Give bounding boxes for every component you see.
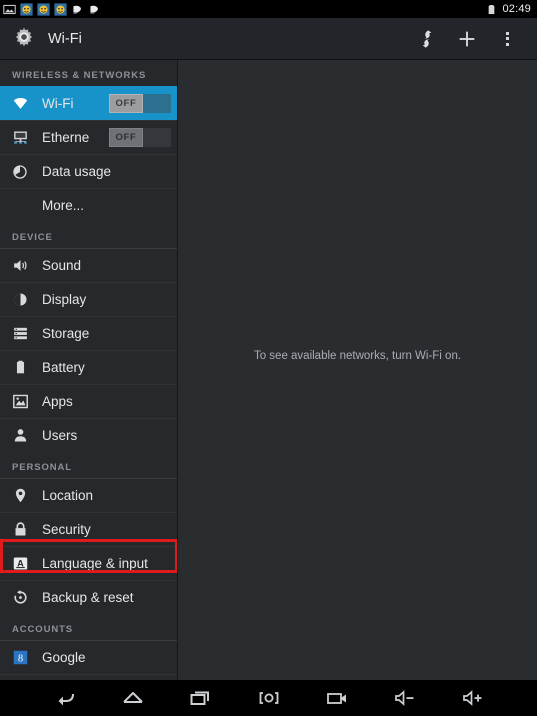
wifi-content-pane: To see available networks, turn Wi-Fi on… xyxy=(178,60,537,680)
toggle-thumb: OFF xyxy=(109,94,143,113)
sidebar-item-label: Display xyxy=(42,292,87,307)
data-usage-pie-icon xyxy=(10,162,30,182)
battery-icon xyxy=(10,358,30,378)
empty-state-message: To see available networks, turn Wi-Fi on… xyxy=(253,350,462,362)
sidebar-item-label: Security xyxy=(42,522,91,537)
volume-up-button[interactable] xyxy=(458,683,488,713)
sidebar-item-label: Language & input xyxy=(42,556,148,571)
security-lock-icon xyxy=(10,520,30,540)
sidebar-item-sound[interactable]: Sound xyxy=(0,248,177,282)
app-icon-2 xyxy=(37,2,50,16)
google-account-icon: 8 xyxy=(10,648,30,668)
back-button[interactable] xyxy=(50,683,80,713)
none-icon xyxy=(10,196,30,216)
apps-image-icon xyxy=(10,392,30,412)
storage-stack-icon xyxy=(10,324,30,344)
sidebar-item-display[interactable]: Display xyxy=(0,282,177,316)
wifi-toggle[interactable]: OFF xyxy=(109,94,171,113)
sidebar-item-more[interactable]: More... xyxy=(0,188,177,222)
plus-icon xyxy=(459,31,475,46)
sidebar-item-security[interactable]: Security xyxy=(0,512,177,546)
download-icon-2 xyxy=(90,5,98,14)
video-record-icon xyxy=(326,693,346,704)
section-header-wireless: WIRELESS & NETWORKS xyxy=(12,70,147,81)
sidebar-item-label: Location xyxy=(42,488,94,503)
volume-up-icon xyxy=(462,690,481,706)
sidebar-item-add-account[interactable]: Add account xyxy=(0,674,177,680)
sidebar-item-label: Etherne xyxy=(42,130,90,145)
download-icon-1 xyxy=(73,5,81,14)
location-pin-icon xyxy=(10,486,30,506)
scan-button[interactable] xyxy=(407,18,447,60)
status-bar: 02:49 xyxy=(0,0,537,18)
record-button[interactable] xyxy=(322,683,352,713)
app-icon-3 xyxy=(54,2,67,16)
sidebar-item-battery[interactable]: Battery xyxy=(0,350,177,384)
volume-down-button[interactable] xyxy=(390,683,420,713)
refresh-scan-icon xyxy=(422,29,432,48)
sidebar-item-label: Data usage xyxy=(42,164,112,179)
sound-speaker-icon xyxy=(10,256,30,276)
sidebar-item-label: Backup & reset xyxy=(42,590,134,605)
home-button[interactable] xyxy=(118,683,148,713)
sidebar-item-label: Sound xyxy=(42,258,82,273)
backup-reset-icon xyxy=(10,588,30,608)
sidebar-item-data-usage[interactable]: Data usage xyxy=(0,154,177,188)
navigation-bar xyxy=(0,680,537,716)
sidebar-item-apps[interactable]: Apps xyxy=(0,384,177,418)
sidebar-item-label: Apps xyxy=(42,394,73,409)
page-title: Wi-Fi xyxy=(48,30,82,47)
sidebar-item-google[interactable]: 8 Google xyxy=(0,640,177,674)
sidebar-item-language-input[interactable]: A Language & input xyxy=(0,546,177,580)
section-header-device: DEVICE xyxy=(12,232,53,243)
sidebar-item-location[interactable]: Location xyxy=(0,478,177,512)
action-bar: Wi-Fi xyxy=(0,18,537,60)
ethernet-monitor-icon xyxy=(10,128,30,148)
sidebar-item-users[interactable]: Users xyxy=(0,418,177,452)
body: WIRELESS & NETWORKS Wi-Fi OFF Etherne OF… xyxy=(0,60,537,680)
sidebar-item-label: Storage xyxy=(42,326,90,341)
users-person-icon xyxy=(10,426,30,446)
section-header-personal: PERSONAL xyxy=(12,462,72,473)
wifi-icon xyxy=(10,94,30,114)
sidebar-item-label: Battery xyxy=(42,360,85,375)
sidebar-item-storage[interactable]: Storage xyxy=(0,316,177,350)
recents-icon xyxy=(190,691,209,705)
ethernet-toggle[interactable]: OFF xyxy=(109,128,171,147)
sidebar-item-label: Users xyxy=(42,428,78,443)
settings-sidebar[interactable]: WIRELESS & NETWORKS Wi-Fi OFF Etherne OF… xyxy=(0,60,178,680)
sidebar-item-label: More... xyxy=(42,198,85,213)
sidebar-item-ethernet[interactable]: Etherne OFF xyxy=(0,120,177,154)
home-icon xyxy=(122,692,143,703)
overflow-dots-icon xyxy=(505,31,509,46)
sidebar-item-backup-reset[interactable]: Backup & reset xyxy=(0,580,177,614)
recents-button[interactable] xyxy=(186,683,216,713)
battery-icon xyxy=(489,4,495,14)
language-a-icon: A xyxy=(10,554,30,574)
overflow-menu-button[interactable] xyxy=(487,18,527,60)
svg-text:8: 8 xyxy=(17,653,22,664)
status-time: 02:49 xyxy=(502,3,531,15)
screenshot-icon xyxy=(3,4,16,14)
svg-text:A: A xyxy=(17,558,24,568)
status-bar-right: 02:49 xyxy=(485,3,531,16)
app-icon-1 xyxy=(20,2,33,16)
display-brightness-icon xyxy=(10,290,30,310)
toggle-thumb: OFF xyxy=(109,128,143,147)
back-arrow-icon xyxy=(58,693,74,706)
notification-icons xyxy=(3,2,101,16)
android-settings-screen: 02:49 Wi-Fi WIRELESS & NETWORKS Wi-Fi OF… xyxy=(0,0,537,716)
settings-gear-icon[interactable] xyxy=(8,23,40,55)
screenshot-camera-icon xyxy=(259,692,278,704)
sidebar-item-label: Google xyxy=(42,650,86,665)
section-header-accounts: ACCOUNTS xyxy=(12,624,74,635)
add-network-button[interactable] xyxy=(447,18,487,60)
screenshot-button[interactable] xyxy=(254,683,284,713)
volume-down-icon xyxy=(394,690,413,706)
sidebar-item-wifi[interactable]: Wi-Fi OFF xyxy=(0,86,177,120)
sidebar-item-label: Wi-Fi xyxy=(42,96,74,111)
